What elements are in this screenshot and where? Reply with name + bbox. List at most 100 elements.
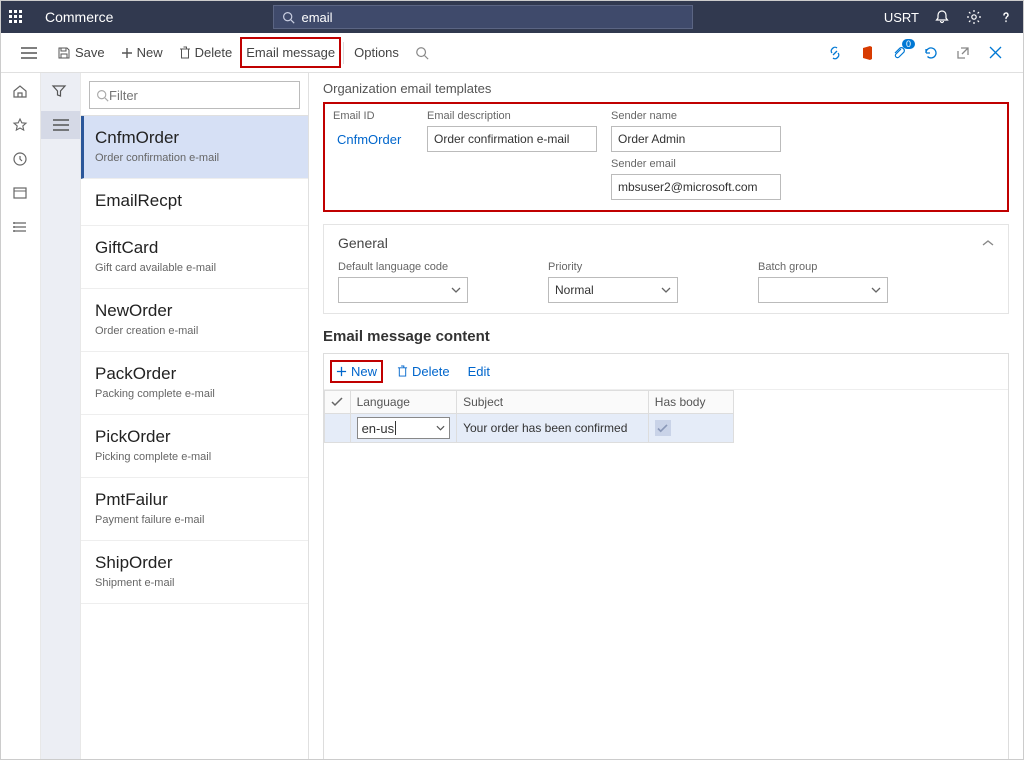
subject-cell[interactable]: Your order has been confirmed	[457, 414, 649, 443]
template-item-pickorder[interactable]: PickOrder Picking complete e-mail	[81, 415, 308, 478]
label-sender-name: Sender name	[611, 110, 781, 122]
link-icon[interactable]	[825, 43, 845, 63]
template-item-neworder[interactable]: NewOrder Order creation e-mail	[81, 289, 308, 352]
hasbody-checkbox[interactable]	[655, 420, 671, 436]
star-icon[interactable]	[12, 117, 30, 135]
search-icon	[96, 89, 109, 102]
label-email-desc: Email description	[427, 110, 597, 122]
refresh-icon[interactable]	[921, 43, 941, 63]
trash-icon	[179, 46, 191, 60]
col-hasbody[interactable]: Has body	[648, 391, 733, 414]
template-subtitle: Order creation e-mail	[95, 325, 294, 337]
default-language-select[interactable]	[338, 277, 468, 303]
search-input[interactable]	[301, 10, 684, 25]
label-default-lang: Default language code	[338, 261, 468, 273]
sender-email-input[interactable]	[611, 174, 781, 200]
company-code[interactable]: USRT	[884, 10, 919, 25]
gear-icon[interactable]	[965, 8, 983, 26]
content-new-button[interactable]: New	[330, 360, 383, 383]
general-section: General Default language code Priority N…	[323, 224, 1009, 314]
email-description-input[interactable]	[427, 126, 597, 152]
template-title: PmtFailur	[95, 490, 294, 510]
badge-count: 0	[902, 39, 915, 49]
content-row[interactable]: en-us Your order has been confirmed	[325, 414, 734, 443]
batch-group-select[interactable]	[758, 277, 888, 303]
list-filter[interactable]	[89, 81, 300, 109]
label-priority: Priority	[548, 261, 678, 273]
close-icon[interactable]	[985, 43, 1005, 63]
chevron-down-icon	[871, 287, 881, 293]
template-title: GiftCard	[95, 238, 294, 258]
template-item-giftcard[interactable]: GiftCard Gift card available e-mail	[81, 226, 308, 289]
email-content-grid: New Delete Edit Language Subject Has bod…	[323, 353, 1009, 759]
template-item-emailrecpt[interactable]: EmailRecpt	[81, 179, 308, 226]
chevron-down-icon	[436, 425, 445, 431]
search-icon	[415, 46, 429, 60]
save-icon	[57, 46, 71, 60]
options-button[interactable]: Options	[346, 41, 407, 64]
chevron-down-icon	[451, 287, 461, 293]
chevron-up-icon[interactable]	[982, 239, 994, 247]
col-language[interactable]: Language	[350, 391, 457, 414]
email-content-header: Email message content	[323, 328, 1009, 345]
template-item-shiporder[interactable]: ShipOrder Shipment e-mail	[81, 541, 308, 604]
modules-icon[interactable]	[12, 219, 30, 237]
template-title: EmailRecpt	[95, 191, 294, 211]
content-edit-button[interactable]: Edit	[464, 360, 494, 383]
grid-empty-area	[324, 443, 1008, 759]
template-subtitle: Packing complete e-mail	[95, 388, 294, 400]
help-icon[interactable]	[997, 8, 1015, 26]
list-view-toggle[interactable]	[41, 111, 80, 139]
plus-icon	[336, 366, 347, 377]
general-header[interactable]: General	[338, 235, 388, 251]
popout-icon[interactable]	[953, 43, 973, 63]
hamburger-icon[interactable]	[21, 47, 37, 59]
template-subtitle: Picking complete e-mail	[95, 451, 294, 463]
template-item-packorder[interactable]: PackOrder Packing complete e-mail	[81, 352, 308, 415]
search-box[interactable]	[273, 5, 693, 29]
new-button[interactable]: New	[113, 41, 171, 64]
product-name: Commerce	[45, 9, 113, 25]
delete-button[interactable]: Delete	[171, 41, 241, 64]
col-subject[interactable]: Subject	[457, 391, 649, 414]
save-button[interactable]: Save	[49, 41, 113, 64]
recent-icon[interactable]	[12, 151, 30, 169]
email-message-button[interactable]: Email message	[240, 37, 341, 68]
bell-icon[interactable]	[933, 8, 951, 26]
template-subtitle: Gift card available e-mail	[95, 262, 294, 274]
template-item-pmtfailur[interactable]: PmtFailur Payment failure e-mail	[81, 478, 308, 541]
sender-name-input[interactable]	[611, 126, 781, 152]
template-subtitle: Shipment e-mail	[95, 577, 294, 589]
app-launcher-icon[interactable]	[9, 10, 33, 24]
trash-icon	[397, 365, 408, 378]
template-subtitle: Order confirmation e-mail	[95, 152, 294, 164]
email-id-link[interactable]: CnfmOrder	[333, 126, 413, 152]
col-check[interactable]	[325, 391, 351, 414]
label-email-id: Email ID	[333, 110, 413, 122]
attach-badge-icon[interactable]: 0	[889, 43, 909, 63]
template-item-cnfmorder[interactable]: CnfmOrder Order confirmation e-mail	[81, 116, 308, 179]
search-icon	[282, 11, 295, 24]
template-title: PickOrder	[95, 427, 294, 447]
funnel-icon[interactable]	[51, 83, 71, 103]
header-fields-highlight: Email ID CnfmOrder Email description Sen…	[323, 102, 1009, 212]
label-sender-email: Sender email	[611, 158, 781, 170]
separator	[343, 42, 344, 64]
action-search-button[interactable]	[407, 42, 437, 64]
plus-icon	[121, 47, 133, 59]
page-title: Organization email templates	[323, 81, 1009, 96]
template-title: PackOrder	[95, 364, 294, 384]
filter-input[interactable]	[109, 88, 293, 103]
workspace-icon[interactable]	[12, 185, 30, 203]
language-dropdown[interactable]: en-us	[357, 417, 451, 439]
template-subtitle: Payment failure e-mail	[95, 514, 294, 526]
template-title: CnfmOrder	[95, 128, 294, 148]
priority-select[interactable]: Normal	[548, 277, 678, 303]
label-batch-group: Batch group	[758, 261, 888, 273]
home-icon[interactable]	[12, 83, 30, 101]
chevron-down-icon	[661, 287, 671, 293]
office-icon[interactable]	[857, 43, 877, 63]
template-title: ShipOrder	[95, 553, 294, 573]
content-delete-button[interactable]: Delete	[393, 360, 454, 383]
template-title: NewOrder	[95, 301, 294, 321]
